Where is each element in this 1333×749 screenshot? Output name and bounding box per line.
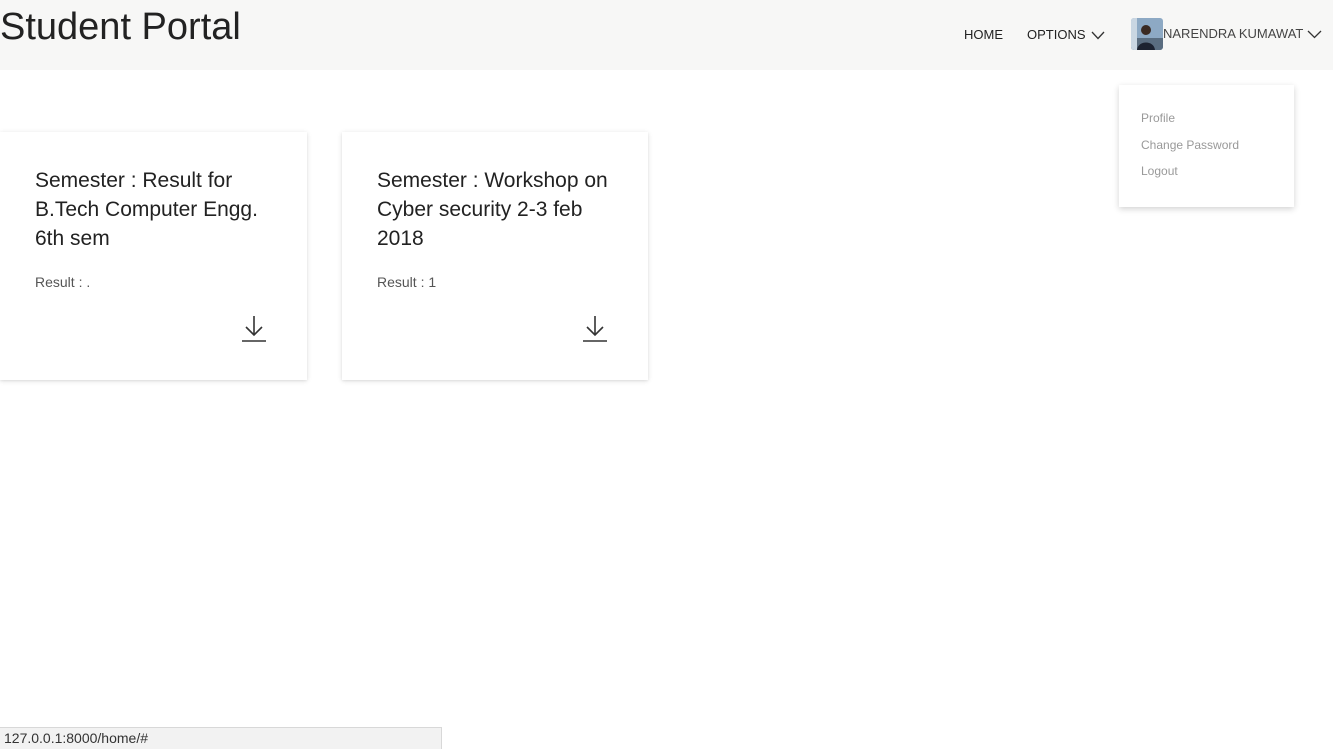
download-icon[interactable] — [582, 314, 608, 344]
user-name: NARENDRA KUMAWAT — [1163, 26, 1304, 41]
nav-options-label: OPTIONS — [1027, 27, 1086, 42]
menu-item-change-password[interactable]: Change Password — [1119, 138, 1294, 152]
chevron-down-icon — [1091, 31, 1104, 39]
menu-item-logout[interactable]: Logout — [1119, 164, 1294, 178]
avatar — [1131, 18, 1163, 50]
result-card: Semester : Workshop on Cyber security 2-… — [342, 132, 648, 380]
nav-options-dropdown[interactable]: OPTIONS — [1027, 27, 1105, 43]
download-icon[interactable] — [241, 314, 267, 344]
user-dropdown-menu: Profile Change Password Logout — [1119, 85, 1294, 207]
menu-item-profile[interactable]: Profile — [1119, 111, 1294, 125]
user-menu-toggle[interactable]: NARENDRA KUMAWAT — [1131, 18, 1322, 50]
top-navbar: Student Portal HOME OPTIONS NARENDRA KUM… — [0, 0, 1333, 70]
chevron-down-icon — [1307, 30, 1322, 38]
card-result: Result : . — [35, 274, 91, 290]
nav-home-link[interactable]: HOME — [964, 27, 1003, 43]
brand-title[interactable]: Student Portal — [0, 4, 241, 50]
card-title: Semester : Workshop on Cyber security 2-… — [377, 169, 608, 250]
card-result: Result : 1 — [377, 274, 437, 290]
result-card: Semester : Result for B.Tech Computer En… — [0, 132, 307, 380]
card-title: Semester : Result for B.Tech Computer En… — [35, 169, 258, 250]
browser-status-url: 127.0.0.1:8000/home/# — [0, 727, 442, 749]
